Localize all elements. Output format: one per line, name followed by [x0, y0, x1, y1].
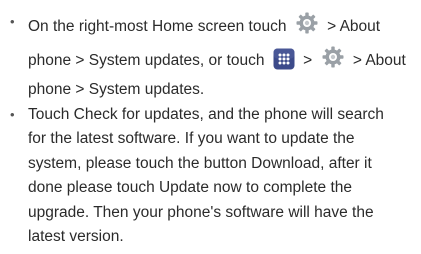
text-line: done please touch Update now to complete…: [28, 179, 353, 196]
gear-icon: [321, 45, 345, 69]
text-segment: phone > System updates, or touch: [28, 52, 269, 69]
instruction-list: • On the right-most Home screen touch > …: [10, 10, 410, 250]
gear-icon: [295, 11, 319, 35]
text-segment: On the right-most Home screen touch: [28, 18, 291, 35]
text-line: phone > System updates, or touch > > Abo…: [28, 44, 410, 78]
bullet-marker: •: [10, 106, 15, 122]
text-line: upgrade. Then your phone's software will…: [28, 203, 374, 221]
text-line: system, please touch the button Download…: [28, 154, 372, 172]
text-segment: >: [298, 52, 317, 69]
text-segment: > About: [322, 18, 381, 35]
text-line: Touch Check for updates, and the phone w…: [28, 105, 384, 123]
text-line: for the latest software. If you want to …: [28, 130, 355, 147]
text-line: On the right-most Home screen touch > Ab…: [28, 10, 410, 44]
manual-page: • On the right-most Home screen touch > …: [0, 0, 421, 254]
list-item-system-updates-path: • On the right-most Home screen touch > …: [10, 10, 410, 103]
text-segment: > About: [348, 52, 406, 69]
text-line: phone > System updates.: [28, 81, 205, 98]
text-line: latest version.: [28, 228, 124, 245]
bullet-marker: •: [10, 14, 15, 29]
apps-icon: [273, 48, 295, 70]
list-item-check-for-updates: • Touch Check for updates, and the phone…: [10, 103, 410, 250]
